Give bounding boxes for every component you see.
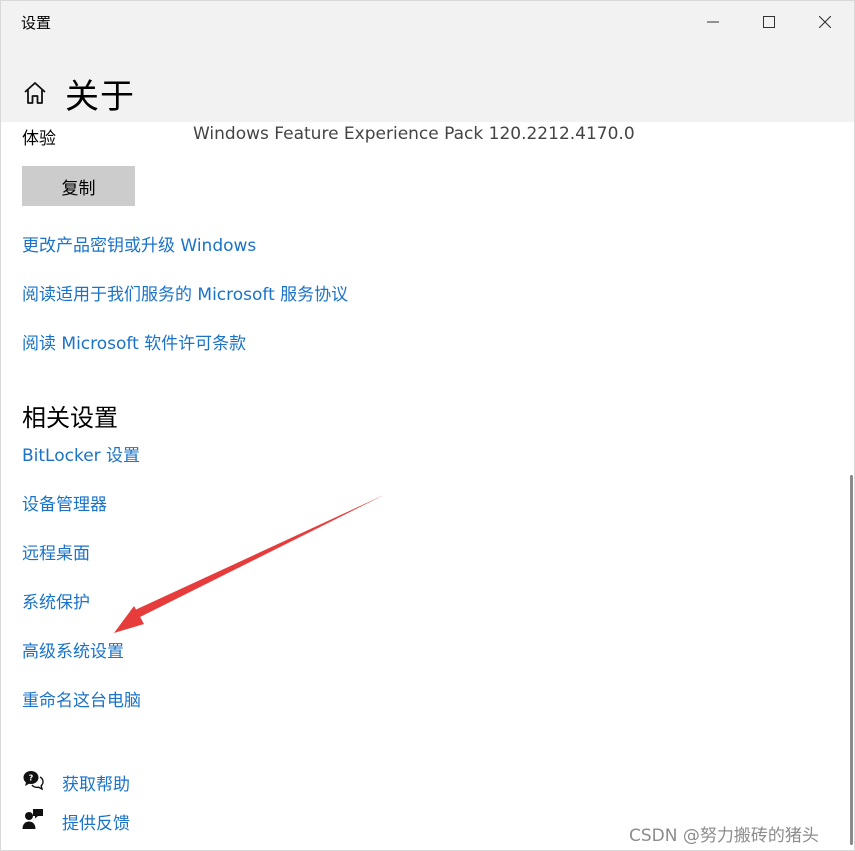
svg-text:?: ?	[29, 774, 34, 783]
copy-button[interactable]: 复制	[22, 166, 135, 206]
device-manager-link[interactable]: 设备管理器	[22, 490, 107, 515]
license-terms-link[interactable]: 阅读 Microsoft 软件许可条款	[22, 329, 246, 354]
get-help-icon: ?	[23, 771, 44, 791]
settings-window: 设置 关于 体验 Windows Feature Experience Pack…	[0, 0, 855, 851]
title-bar: 设置 关于	[1, 1, 854, 122]
advanced-system-settings-link[interactable]: 高级系统设置	[22, 637, 124, 662]
related-settings-heading: 相关设置	[22, 404, 118, 432]
experience-label: 体验	[22, 129, 56, 149]
bitlocker-settings-link[interactable]: BitLocker 设置	[22, 441, 140, 466]
rename-pc-link[interactable]: 重命名这台电脑	[22, 686, 141, 711]
close-button[interactable]	[797, 1, 853, 43]
minimize-button[interactable]	[685, 1, 741, 43]
feedback-icon	[22, 809, 43, 829]
experience-value: Windows Feature Experience Pack 120.2212…	[193, 124, 635, 144]
scrollbar-thumb[interactable]	[850, 475, 853, 845]
service-agreement-link[interactable]: 阅读适用于我们服务的 Microsoft 服务协议	[22, 280, 348, 305]
maximize-icon	[763, 16, 775, 28]
feedback-link[interactable]: 提供反馈	[62, 809, 130, 834]
home-icon[interactable]	[21, 79, 49, 107]
system-protection-link[interactable]: 系统保护	[22, 588, 90, 613]
change-product-key-link[interactable]: 更改产品密钥或升级 Windows	[22, 231, 256, 256]
maximize-button[interactable]	[741, 1, 797, 43]
get-help-link[interactable]: 获取帮助	[62, 770, 130, 795]
close-icon	[819, 16, 831, 28]
page-title: 关于	[65, 77, 135, 117]
minimize-icon	[707, 21, 719, 23]
csdn-watermark: CSDN @努力搬砖的猪头	[629, 826, 819, 846]
window-title: 设置	[21, 14, 52, 32]
remote-desktop-link[interactable]: 远程桌面	[22, 539, 90, 564]
